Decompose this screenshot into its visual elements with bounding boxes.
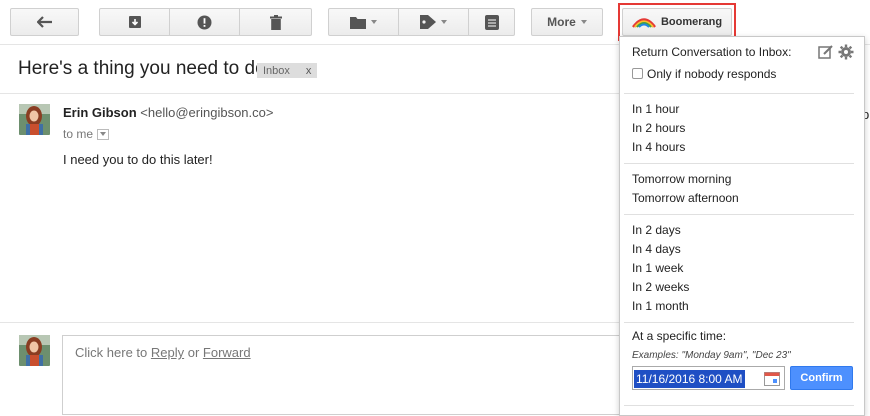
tag-icon (420, 15, 436, 29)
inbox-label-chip: Inbox x (257, 63, 318, 78)
show-details-button[interactable] (97, 128, 110, 140)
only-if-nobody-responds[interactable]: Only if nobody responds (632, 67, 776, 81)
avatar[interactable] (19, 104, 50, 135)
option-item[interactable]: In 2 hours (632, 121, 685, 135)
boomerang-panel: Return Conversation to Inbox: Only if no… (619, 36, 865, 416)
boomerang-label: Boomerang (660, 16, 723, 28)
date-time-input[interactable]: 11/16/2016 8:00 AM (632, 366, 785, 390)
reply-prefix: Click here to (75, 345, 151, 360)
reply-box[interactable]: Click here to Reply or Forward (62, 335, 622, 415)
reply-link[interactable]: Reply (151, 345, 184, 360)
chevron-down-icon (371, 20, 377, 24)
reply-middle: or (184, 345, 203, 360)
option-item[interactable]: Tomorrow morning (632, 172, 731, 186)
option-item[interactable]: In 4 hours (632, 140, 685, 154)
date-time-value: 11/16/2016 8:00 AM (634, 370, 745, 388)
specific-time-label: At a specific time: (632, 329, 727, 343)
divider (624, 214, 854, 215)
sender-line: Erin Gibson <hello@eringibson.co> (63, 105, 273, 120)
boomerang-logo-icon (631, 18, 656, 28)
chevron-down-icon (441, 20, 447, 24)
panel-header-icons (818, 44, 854, 60)
report-spam-icon (197, 15, 212, 29)
checkbox-label: Only if nobody responds (647, 67, 777, 81)
move-to-button[interactable] (328, 8, 399, 36)
checkbox[interactable] (632, 68, 643, 79)
divider (0, 322, 620, 323)
delete-button[interactable] (239, 8, 312, 36)
calendar-icon[interactable] (764, 371, 780, 386)
divider (624, 93, 854, 94)
examples-hint: Examples: "Monday 9am", "Dec 23" (632, 350, 791, 361)
back-button[interactable] (10, 8, 79, 36)
avatar (19, 335, 50, 366)
folder-icon (350, 16, 366, 29)
forward-link[interactable]: Forward (203, 345, 251, 360)
option-item[interactable]: In 4 days (632, 242, 681, 256)
email-subject: Here's a thing you need to do (18, 58, 266, 79)
labels-button[interactable] (398, 8, 469, 36)
gear-icon[interactable] (838, 44, 854, 60)
option-item[interactable]: In 1 hour (632, 102, 679, 116)
boomerang-button[interactable]: Boomerang (622, 8, 732, 36)
recipient-line: to me (63, 127, 110, 141)
option-item[interactable]: Tomorrow afternoon (632, 191, 739, 205)
sender-email: <hello@eringibson.co> (140, 105, 274, 120)
sender-name[interactable]: Erin Gibson (63, 105, 137, 120)
divider (0, 93, 620, 94)
remove-label-button[interactable]: x (306, 65, 312, 77)
option-item[interactable]: In 2 days (632, 223, 681, 237)
trash-icon (269, 14, 282, 30)
archive-icon (128, 16, 141, 28)
divider (624, 163, 854, 164)
panel-title: Return Conversation to Inbox: (632, 45, 792, 59)
email-body: I need you to do this later! (63, 152, 213, 167)
more-button[interactable]: More (531, 8, 603, 36)
chevron-down-icon (580, 20, 587, 24)
divider (624, 405, 854, 406)
option-item[interactable]: In 1 week (632, 261, 683, 275)
archive-button[interactable] (99, 8, 170, 36)
label-text: Inbox (263, 64, 290, 77)
option-item[interactable]: In 1 month (632, 299, 689, 313)
recipient-text: to me (63, 127, 94, 141)
more-label: More (547, 15, 576, 29)
option-item[interactable]: In 2 weeks (632, 280, 689, 294)
layers-button[interactable] (468, 8, 515, 36)
report-spam-button[interactable] (169, 8, 240, 36)
confirm-button[interactable]: Confirm (790, 366, 853, 390)
layers-icon (484, 14, 499, 30)
chevron-down-icon (100, 132, 107, 136)
divider (624, 322, 854, 323)
back-arrow-icon (36, 16, 52, 28)
edit-icon[interactable] (818, 44, 834, 60)
